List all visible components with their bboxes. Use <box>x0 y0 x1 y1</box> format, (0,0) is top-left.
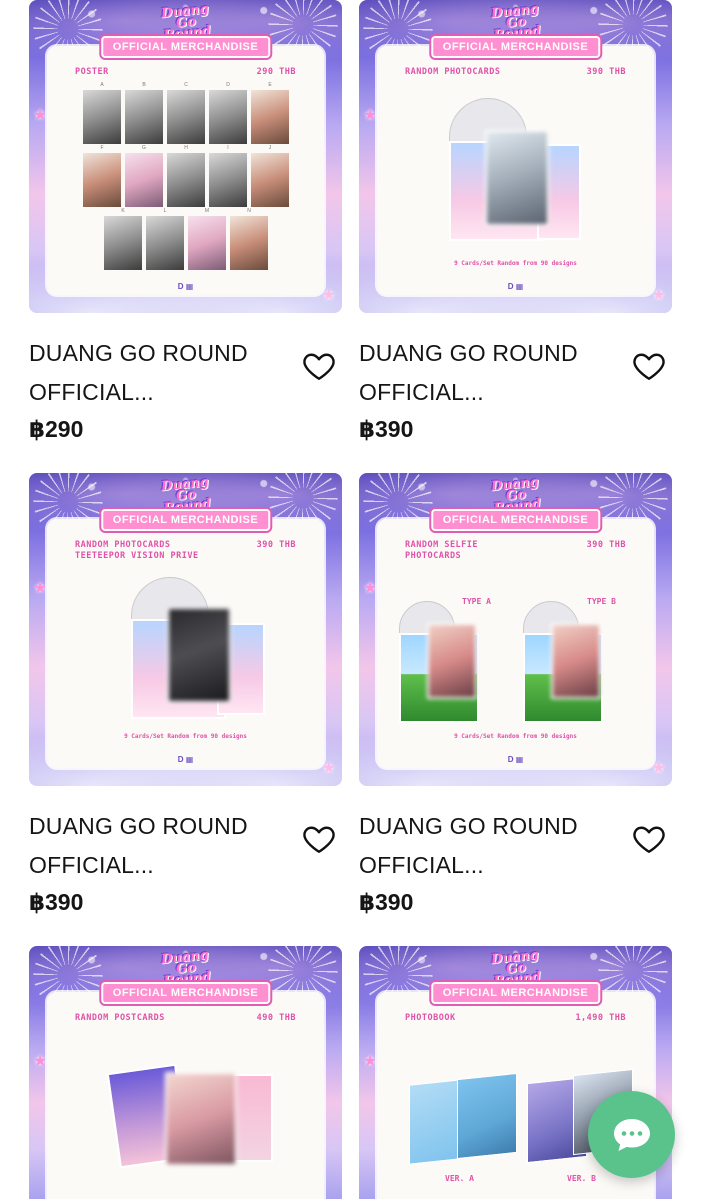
item-label: PHOTOBOOK <box>405 1013 456 1023</box>
product-image[interactable]: DuangGoRound ★ ★ OFFICIAL MERCHANDISE RA… <box>359 473 672 786</box>
product-image[interactable]: DuangGoRound ★ ★ OFFICIAL MERCHANDISE RA… <box>29 473 342 786</box>
item-label: RANDOM PHOTOCARDS TEETEEPOR VISION PRIVE <box>75 540 199 561</box>
brand-mark: D ▦ <box>177 282 194 291</box>
photocard-photo <box>167 607 231 703</box>
poster-thumb <box>125 153 163 207</box>
wishlist-button[interactable] <box>631 821 671 861</box>
heart-outline-icon <box>303 826 335 853</box>
brand-mark: D ▦ <box>507 282 524 291</box>
wishlist-button[interactable] <box>301 821 341 861</box>
ver-a-label: VER. A <box>445 1174 474 1183</box>
product-card[interactable]: DuangGoRound ★ ★ OFFICIAL MERCHANDISE RA… <box>359 473 672 915</box>
poster-thumb <box>251 90 289 144</box>
poster-thumb <box>83 90 121 144</box>
item-price-label: 390 THB <box>256 540 296 550</box>
product-card[interactable]: DuangGoRound ★ ★ OFFICIAL MERCHANDISE PO… <box>29 0 342 442</box>
product-card[interactable]: Duang Go Round ★ OFFICIAL MERCHANDISE RAND… <box>29 946 342 1199</box>
product-price: ฿390 <box>29 889 84 915</box>
photocard-photo <box>427 623 477 699</box>
official-merchandise-banner: OFFICIAL MERCHANDISE <box>430 982 601 1004</box>
poster-thumbnails <box>79 90 293 279</box>
item-label: RANDOM PHOTOCARDS <box>405 67 501 77</box>
product-title[interactable]: DUANG GO ROUND OFFICIAL... <box>359 334 609 412</box>
product-price: ฿390 <box>359 416 414 442</box>
brand-mark: D ▦ <box>507 755 524 764</box>
product-image[interactable]: DuangGoRound ★ ★ OFFICIAL MERCHANDISE PO… <box>29 0 342 313</box>
item-label: POSTER <box>75 67 109 77</box>
poster-thumb <box>146 216 184 270</box>
item-price-label: 490 THB <box>256 1013 296 1023</box>
merch-panel: OFFICIAL MERCHANDISE RANDOM POSTCARDS 49… <box>47 982 324 1199</box>
item-price-label: 390 THB <box>586 67 626 77</box>
merch-panel: OFFICIAL MERCHANDISE RANDOM SELFIE PHOTO… <box>377 509 654 768</box>
footnote: 9 Cards/Set Random from 90 designs <box>454 260 577 267</box>
heart-outline-icon <box>633 353 665 380</box>
star-icon: ★ <box>33 580 48 597</box>
photocard-photo <box>551 623 601 699</box>
wishlist-button[interactable] <box>301 348 341 388</box>
type-a-label: TYPE A <box>462 597 491 606</box>
poster-thumb <box>230 216 268 270</box>
footnote: 9 Cards/Set Random from 90 designs <box>124 733 247 740</box>
heart-outline-icon <box>303 353 335 380</box>
star-icon: ★ <box>33 1053 48 1070</box>
product-image[interactable]: DuangGoRound ★ ★ OFFICIAL MERCHANDISE RA… <box>359 0 672 313</box>
chat-bubble-icon <box>613 1118 650 1151</box>
product-price: ฿290 <box>29 416 84 442</box>
product-title[interactable]: DUANG GO ROUND OFFICIAL... <box>29 807 279 885</box>
product-card[interactable]: DuangGoRound ★ ★ OFFICIAL MERCHANDISE RA… <box>359 0 672 442</box>
wishlist-button[interactable] <box>631 348 671 388</box>
photobook-art <box>457 1072 517 1160</box>
product-image[interactable]: Duang Go Round ★ OFFICIAL MERCHANDISE RAND… <box>29 946 342 1199</box>
product-card[interactable]: DuangGoRound ★ ★ OFFICIAL MERCHANDISE RA… <box>29 473 342 915</box>
star-icon: ★ <box>363 1053 378 1070</box>
poster-thumb <box>251 153 289 207</box>
star-icon: ★ <box>363 107 378 124</box>
chat-button[interactable] <box>588 1091 675 1178</box>
photocard-photo <box>485 130 549 226</box>
footnote: 9 Cards/Set Random from 90 designs <box>454 733 577 740</box>
poster-thumb <box>125 90 163 144</box>
item-price-label: 1,490 THB <box>575 1013 626 1023</box>
product-title[interactable]: DUANG GO ROUND OFFICIAL... <box>359 807 609 885</box>
official-merchandise-banner: OFFICIAL MERCHANDISE <box>100 509 271 531</box>
item-price-label: 390 THB <box>586 540 626 550</box>
photobook-art <box>409 1079 461 1165</box>
postcard-photo <box>165 1072 237 1166</box>
type-b-label: TYPE B <box>587 597 616 606</box>
poster-thumb <box>167 90 205 144</box>
item-label: RANDOM POSTCARDS <box>75 1013 165 1023</box>
star-icon: ★ <box>33 107 48 124</box>
official-merchandise-banner: OFFICIAL MERCHANDISE <box>430 509 601 531</box>
official-merchandise-banner: OFFICIAL MERCHANDISE <box>100 982 271 1004</box>
product-price: ฿390 <box>359 889 414 915</box>
heart-outline-icon <box>633 826 665 853</box>
poster-thumb <box>104 216 142 270</box>
poster-thumb <box>188 216 226 270</box>
poster-thumb <box>209 90 247 144</box>
product-title[interactable]: DUANG GO ROUND OFFICIAL... <box>29 334 279 412</box>
poster-thumb <box>167 153 205 207</box>
merch-panel: OFFICIAL MERCHANDISE RANDOM PHOTOCARDS T… <box>47 509 324 768</box>
poster-thumb <box>83 153 121 207</box>
ver-b-label: VER. B <box>567 1174 596 1183</box>
item-price-label: 290 THB <box>256 67 296 77</box>
merch-panel: OFFICIAL MERCHANDISE RANDOM PHOTOCARDS 3… <box>377 36 654 295</box>
item-label: RANDOM SELFIE PHOTOCARDS <box>405 540 479 561</box>
official-merchandise-banner: OFFICIAL MERCHANDISE <box>100 36 271 58</box>
merch-panel: OFFICIAL MERCHANDISE POSTER 290 THB A B … <box>47 36 324 295</box>
brand-mark: D ▦ <box>177 755 194 764</box>
poster-thumb <box>209 153 247 207</box>
official-merchandise-banner: OFFICIAL MERCHANDISE <box>430 36 601 58</box>
star-icon: ★ <box>363 580 378 597</box>
